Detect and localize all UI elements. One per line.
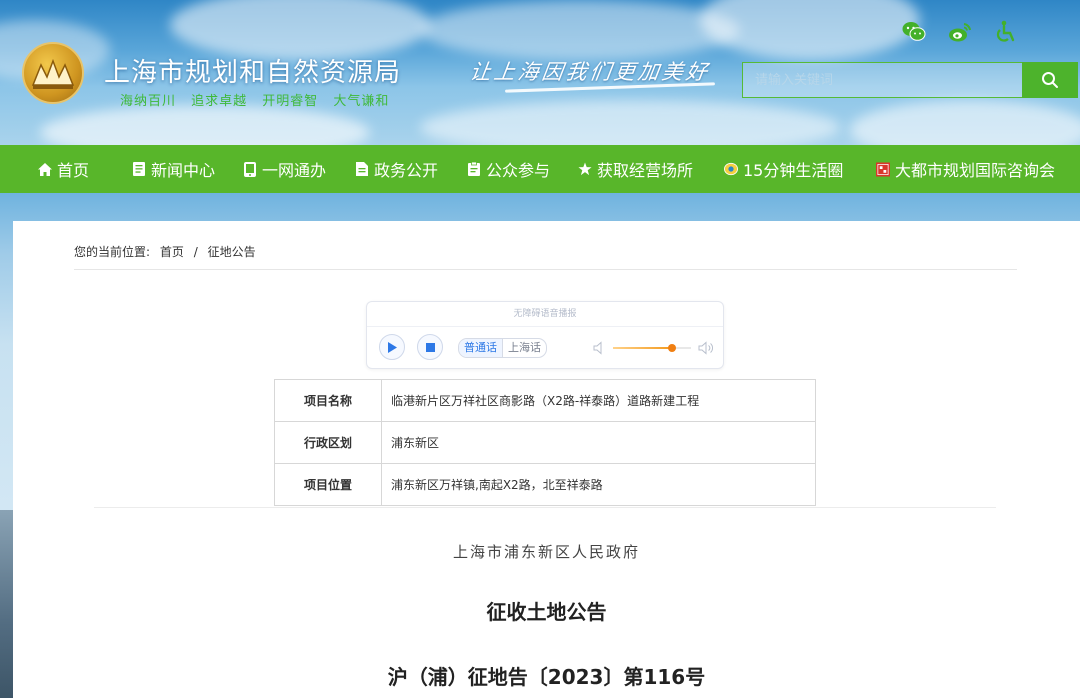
search-icon [1042,72,1058,88]
row-key: 行政区划 [274,421,382,464]
nav-item-label: 大都市规划国际咨询会 [895,161,1056,180]
document-icon [132,162,146,176]
project-info-table: 项目名称 临港新片区万祥社区商影路（X2路-祥泰路）道路新建工程 行政区划 浦东… [274,379,816,506]
nav-item-home[interactable]: 首页 [38,145,89,193]
volume-slider-fill [613,347,672,349]
site-motto: 海纳百川 追求卓越 开明睿智 大气谦和 [120,94,390,109]
nav-item-gov-affairs[interactable]: 政务公开 [355,145,438,193]
table-row: 项目位置 浦东新区万祥镇,南起X2路，北至祥泰路 [274,463,816,506]
document-title: 征收土地公告 [486,600,607,624]
nav-item-one-net[interactable]: 一网通办 [243,145,326,193]
bureau-logo-emblem [31,58,75,89]
stop-button[interactable] [417,334,443,360]
volume-high-icon[interactable] [698,340,714,359]
nav-item-label: 15分钟生活圈 [743,161,844,180]
main-nav: 首页 新闻中心 一网通办 政务公开 公众参与 获取经营场所 15分钟生活圈 大都… [0,145,1080,193]
breadcrumb: 您的当前位置: 首页 / 征地公告 [74,243,262,260]
player-title: 无障碍语音播报 [367,302,723,327]
content-card: 您的当前位置: 首页 / 征地公告 无障碍语音播报 普通话 上海话 项目名称 临… [13,221,1080,698]
city-skyline-decoration [0,510,14,698]
home-icon [38,162,52,176]
play-button[interactable] [379,334,405,360]
lang-mandarin-option[interactable]: 普通话 [459,339,502,357]
play-icon [388,341,397,353]
row-key: 项目名称 [274,379,382,422]
bureau-logo[interactable] [22,42,84,104]
seal-icon [876,162,890,176]
nav-item-label: 一网通办 [262,161,327,180]
stop-icon [425,342,435,352]
nav-item-label: 获取经营场所 [597,161,694,180]
volume-low-icon[interactable] [593,340,605,359]
badge-icon [724,162,738,176]
table-row: 项目名称 临港新片区万祥社区商影路（X2路-祥泰路）道路新建工程 [274,379,816,422]
document-issuer: 上海市浦东新区人民政府 [452,543,640,561]
breadcrumb-home[interactable]: 首页 [160,245,184,259]
row-value: 浦东新区万祥镇,南起X2路，北至祥泰路 [381,463,816,506]
nav-item-label: 新闻中心 [151,161,216,180]
row-value: 临港新片区万祥社区商影路（X2路-祥泰路）道路新建工程 [381,379,816,422]
document-icon [355,162,369,176]
audio-player: 无障碍语音播报 普通话 上海话 [366,301,724,369]
nav-item-news[interactable]: 新闻中心 [132,145,215,193]
nav-item-label: 公众参与 [486,161,551,180]
table-row: 行政区划 浦东新区 [274,421,816,464]
wechat-icon[interactable] [902,20,926,44]
row-key: 项目位置 [274,463,382,506]
breadcrumb-separator: / [193,245,198,259]
site-title[interactable]: 上海市规划和自然资源局 [104,52,401,89]
star-icon [578,162,592,176]
social-icons [902,20,1018,44]
header-banner: 上海市规划和自然资源局 海纳百川 追求卓越 开明睿智 大气谦和 让上海因我们更加… [0,0,1080,145]
slogan: 让上海因我们更加美好 [468,60,712,84]
content-divider [94,507,996,508]
search-button[interactable] [1022,62,1078,98]
nav-item-business-premises[interactable]: 获取经营场所 [578,145,693,193]
breadcrumb-prefix: 您的当前位置: [74,245,151,259]
nav-item-public-participation[interactable]: 公众参与 [467,145,550,193]
clipboard-icon [467,162,481,176]
weibo-icon[interactable] [948,20,972,44]
nav-item-intl-consultation[interactable]: 大都市规划国际咨询会 [876,145,1055,193]
breadcrumb-current[interactable]: 征地公告 [208,245,256,259]
volume-slider-handle[interactable] [667,344,676,352]
document-number: 沪（浦）征地告〔2023〕第116号 [387,665,706,689]
nav-item-label: 首页 [57,161,90,180]
breadcrumb-divider [74,269,1017,270]
volume-slider[interactable] [613,344,691,352]
accessibility-icon[interactable] [994,20,1018,44]
lang-shanghainese-option[interactable]: 上海话 [502,339,546,357]
phone-icon [243,161,257,177]
search-input[interactable] [742,62,1023,98]
nav-item-label: 政务公开 [374,161,439,180]
nav-item-15min-life-circle[interactable]: 15分钟生活圈 [724,145,843,193]
row-value: 浦东新区 [381,421,816,464]
language-toggle: 普通话 上海话 [458,338,547,358]
